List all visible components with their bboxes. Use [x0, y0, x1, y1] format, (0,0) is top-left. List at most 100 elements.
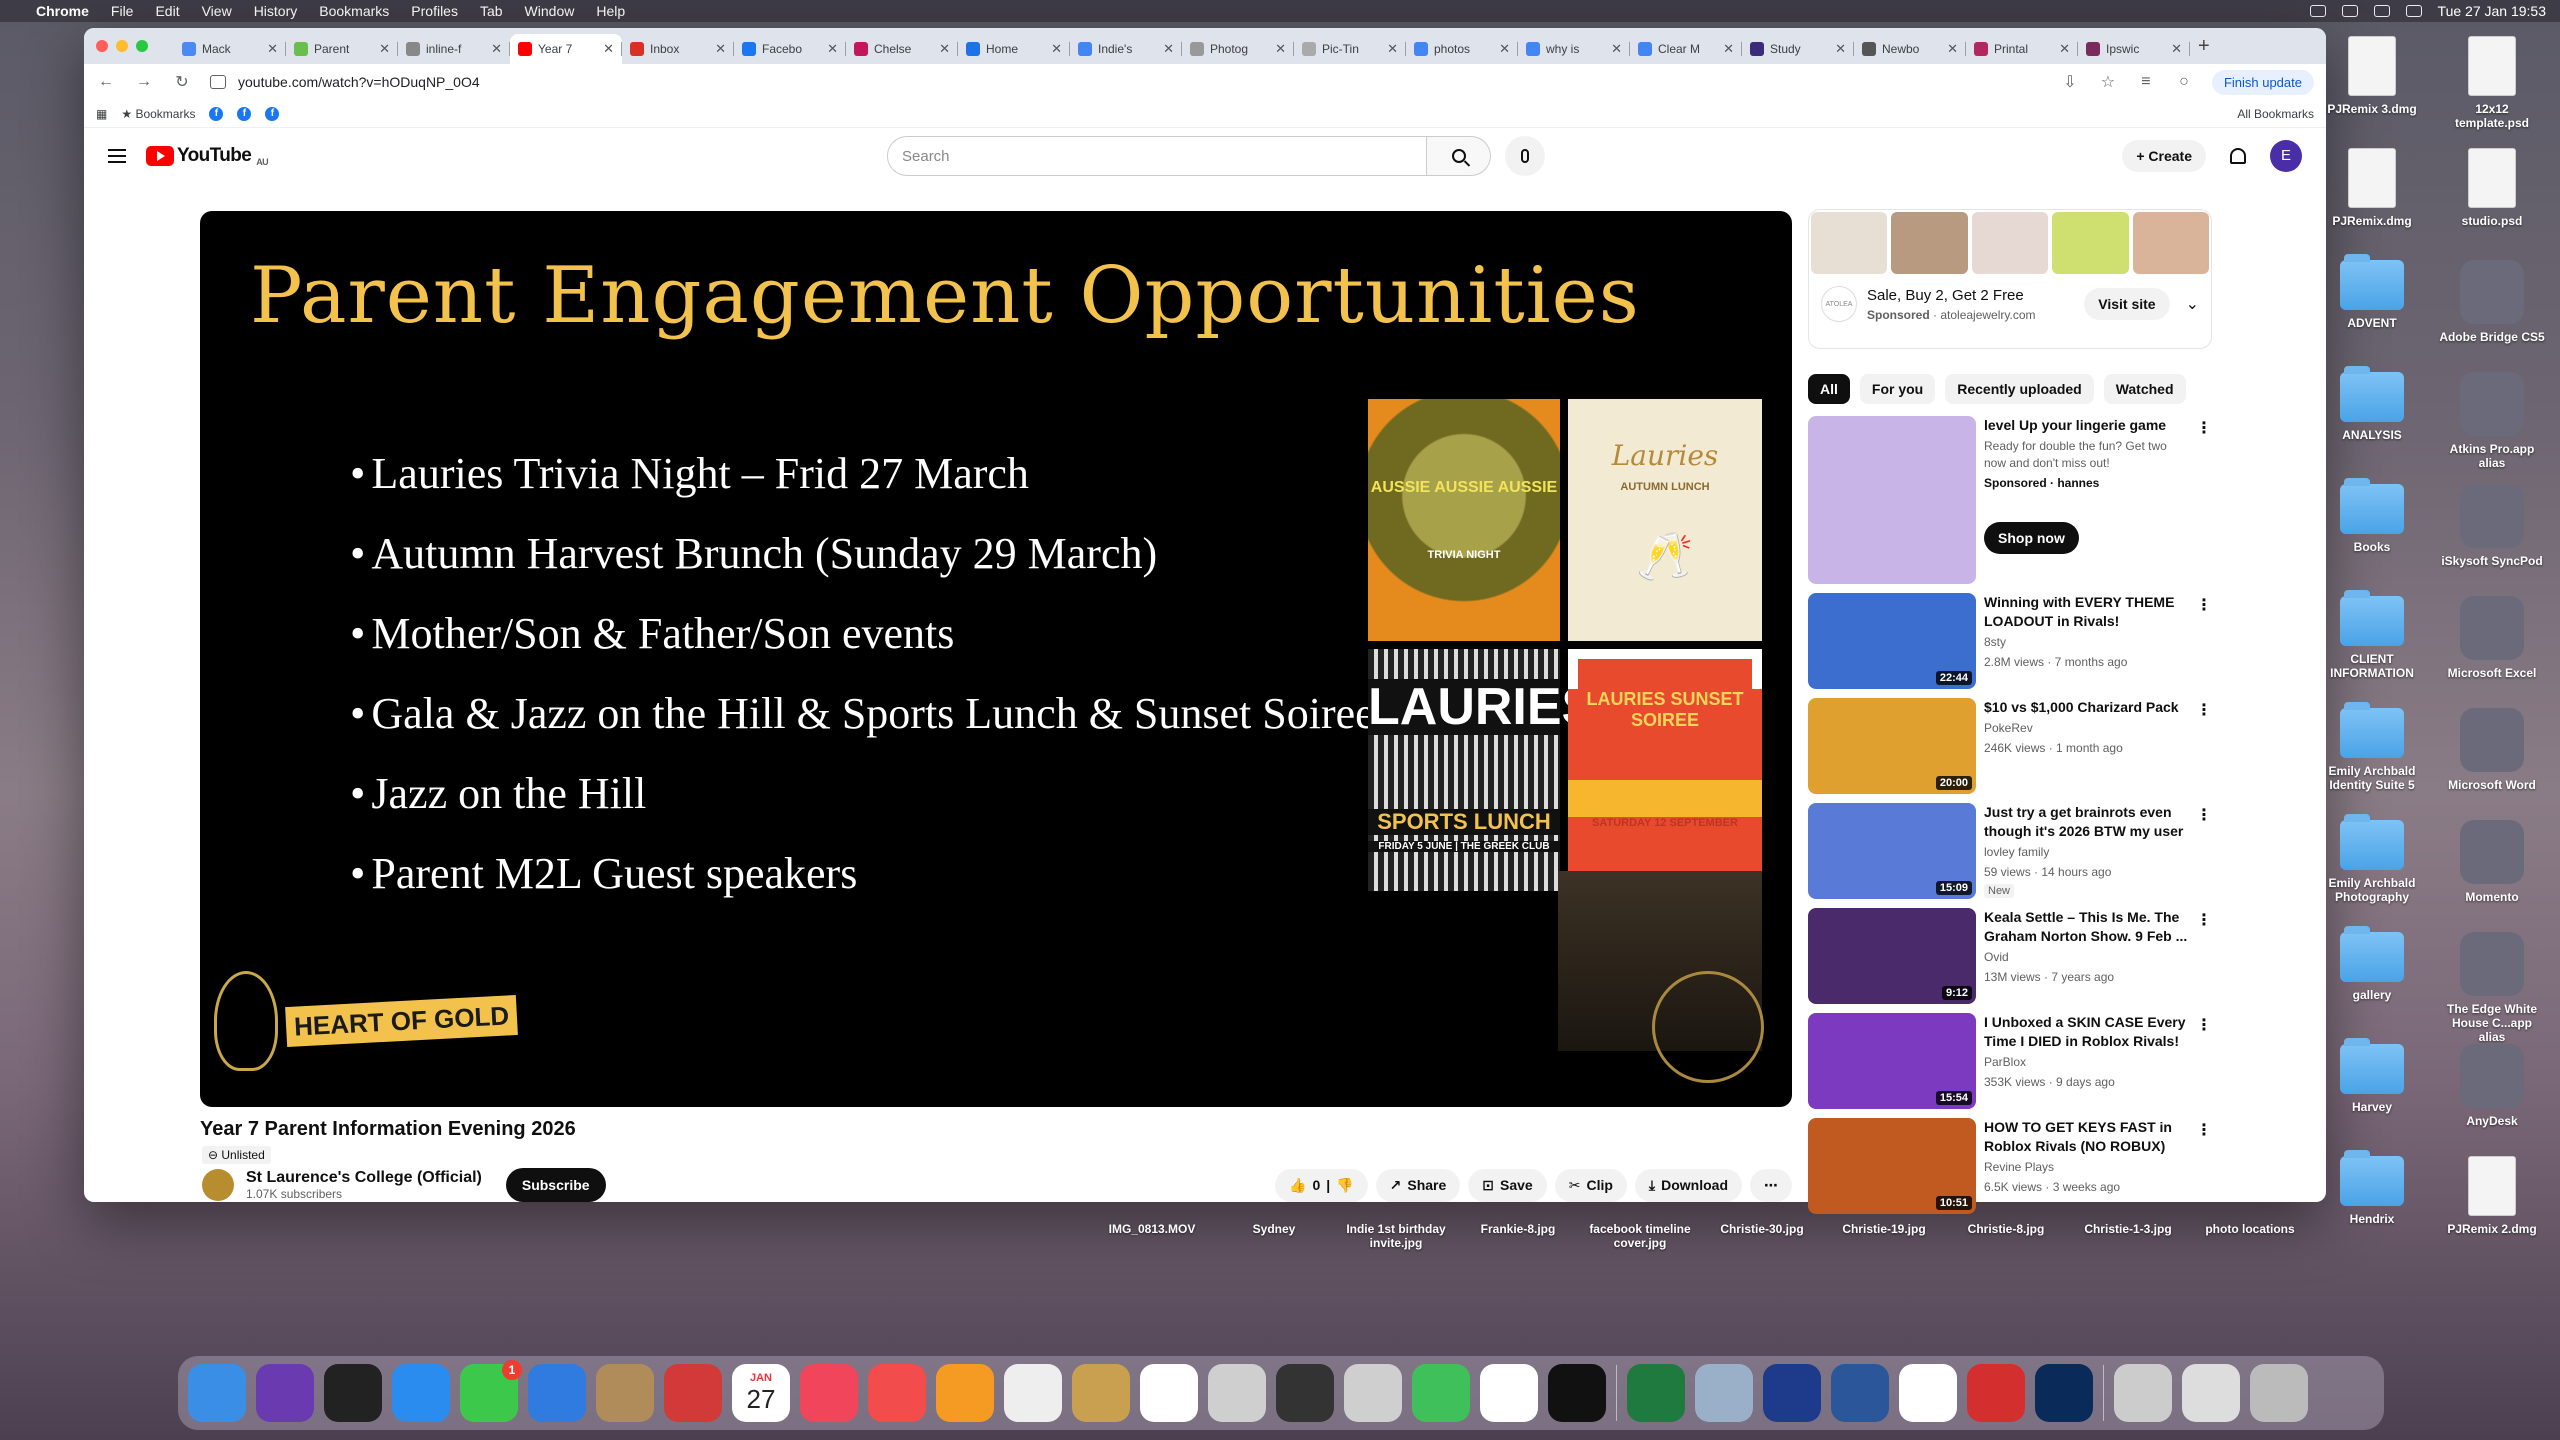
menu-help[interactable]: Help [596, 3, 625, 19]
desktop-icon[interactable]: Momento [2437, 820, 2547, 904]
install-icon[interactable]: ⇩ [2060, 72, 2080, 92]
desktop-icon[interactable]: Microsoft Word [2437, 708, 2547, 792]
dock-app-launchpad[interactable] [324, 1364, 382, 1422]
rec-title[interactable]: I Unboxed a SKIN CASE Every Time I DIED … [1984, 1013, 2188, 1051]
dock-app-lightroom-classic[interactable] [1763, 1364, 1821, 1422]
browser-tab[interactable]: inline-f ✕ [398, 34, 510, 64]
desktop-file-label[interactable]: Indie 1st birthday invite.jpg [1336, 1222, 1456, 1250]
profile-icon[interactable]: ○ [2174, 73, 2194, 91]
more-actions-button[interactable]: ⋯ [1750, 1168, 1792, 1202]
rec-title[interactable]: Keala Settle – This Is Me. The Graham No… [1984, 908, 2188, 946]
browser-tab[interactable]: Facebo ✕ [734, 34, 846, 64]
close-tab-icon[interactable]: ✕ [603, 41, 614, 57]
menu-history[interactable]: History [254, 3, 298, 19]
browser-tab[interactable]: Chelse ✕ [846, 34, 958, 64]
close-tab-icon[interactable]: ✕ [1611, 41, 1622, 57]
menu-hamburger-icon[interactable] [108, 149, 126, 163]
battery-icon[interactable] [2373, 5, 2390, 17]
desktop-icon[interactable]: 12x12 template.psd [2437, 36, 2547, 130]
volume-icon[interactable] [2341, 5, 2358, 17]
chip-recently-uploaded[interactable]: Recently uploaded [1945, 374, 2094, 404]
chevron-down-icon[interactable]: ⌄ [2186, 294, 2199, 314]
site-info-icon[interactable] [210, 75, 226, 89]
dock-app-app-store[interactable] [392, 1364, 450, 1422]
dock-app-siri[interactable] [256, 1364, 314, 1422]
dock-app-help[interactable] [1344, 1364, 1402, 1422]
menu-tab[interactable]: Tab [480, 3, 503, 19]
close-tab-icon[interactable]: ✕ [1835, 41, 1846, 57]
rec-title[interactable]: HOW TO GET KEYS FAST in Roblox Rivals (N… [1984, 1118, 2188, 1156]
rec-title[interactable]: level Up your lingerie game [1984, 416, 2188, 435]
menu-edit[interactable]: Edit [155, 3, 179, 19]
browser-tab[interactable]: Study ✕ [1742, 34, 1854, 64]
desktop-file-label[interactable]: Sydney [1214, 1222, 1334, 1236]
close-tab-icon[interactable]: ✕ [267, 41, 278, 57]
visit-site-button[interactable]: Visit site [2084, 288, 2170, 320]
notifications-bell-icon[interactable] [2230, 148, 2246, 164]
dock-app-preview[interactable] [1695, 1364, 1753, 1422]
desktop-icon[interactable]: iSkysoft SyncPod [2437, 484, 2547, 568]
facebook-bookmark-icon[interactable]: f [237, 106, 252, 121]
menu-bookmarks[interactable]: Bookmarks [319, 3, 389, 19]
close-tab-icon[interactable]: ✕ [379, 41, 390, 57]
recommendation-item[interactable]: 9:12 Keala Settle – This Is Me. The Grah… [1808, 908, 2212, 1004]
rec-thumbnail[interactable]: 15:54 [1808, 1013, 1976, 1109]
menu-window[interactable]: Window [525, 3, 575, 19]
desktop-icon[interactable]: Atkins Pro.app alias [2437, 372, 2547, 470]
wifi-icon[interactable] [2309, 5, 2326, 17]
close-tab-icon[interactable]: ✕ [827, 41, 838, 57]
dock-app-contacts[interactable] [596, 1364, 654, 1422]
desktop-icon[interactable]: Microsoft Excel [2437, 596, 2547, 680]
dock-app-trash[interactable] [2250, 1364, 2308, 1422]
more-options-icon[interactable]: ⋮ [2196, 1120, 2212, 1140]
youtube-logo[interactable]: YouTube AU [146, 145, 269, 167]
save-button[interactable]: ⊡ Save [1468, 1168, 1547, 1202]
desktop-icon[interactable]: Harvey [2317, 1038, 2427, 1114]
like-button[interactable]: 👍 0 | 👎 [1275, 1168, 1368, 1202]
dock-app-music[interactable] [800, 1364, 858, 1422]
browser-tab[interactable]: Parent ✕ [286, 34, 398, 64]
more-options-icon[interactable]: ⋮ [2196, 805, 2212, 825]
create-button[interactable]: + Create [2122, 140, 2206, 172]
dock-app-word[interactable] [1831, 1364, 1889, 1422]
browser-tab[interactable]: Clear M ✕ [1630, 34, 1742, 64]
menu-file[interactable]: File [111, 3, 134, 19]
desktop-file-label[interactable]: facebook timeline cover.jpg [1580, 1222, 1700, 1250]
finish-update-button[interactable]: Finish update [2211, 69, 2314, 95]
close-tab-icon[interactable]: ✕ [1275, 41, 1286, 57]
browser-tab[interactable]: Inbox ✕ [622, 34, 734, 64]
desktop-file-label[interactable]: Christie-8.jpg [1946, 1222, 2066, 1236]
more-options-icon[interactable]: ⋮ [2196, 910, 2212, 930]
sponsored-ad-card[interactable]: ATOLEA Sale, Buy 2, Get 2 Free Sponsored… [1808, 209, 2212, 349]
recommendation-item[interactable]: 15:54 I Unboxed a SKIN CASE Every Time I… [1808, 1013, 2212, 1109]
chip-for-you[interactable]: For you [1859, 374, 1936, 404]
close-tab-icon[interactable]: ✕ [1947, 41, 1958, 57]
desktop-file-label[interactable]: Christie-19.jpg [1824, 1222, 1944, 1236]
more-options-icon[interactable]: ⋮ [2196, 700, 2212, 720]
dock-app-acrobat[interactable] [1967, 1364, 2025, 1422]
dock-app-calendar[interactable]: JAN 27 [732, 1364, 790, 1422]
search-button[interactable] [1427, 136, 1491, 176]
desktop-icon[interactable]: PJRemix 2.dmg [2437, 1156, 2547, 1236]
desktop-icon[interactable]: PJRemix.dmg [2317, 148, 2427, 228]
channel-avatar[interactable] [202, 1169, 234, 1201]
thumbs-down-icon[interactable]: 👎 [1336, 1177, 1353, 1194]
bookmarks-folder[interactable]: ★ Bookmarks [121, 107, 195, 121]
dock-app-news[interactable] [868, 1364, 926, 1422]
dock-app-photos[interactable] [1140, 1364, 1198, 1422]
desktop-icon[interactable]: studio.psd [2437, 148, 2547, 228]
extensions-icon[interactable]: ≡ [2136, 73, 2156, 91]
share-button[interactable]: ↗ Share [1375, 1168, 1461, 1202]
more-options-icon[interactable]: ⋮ [2196, 1015, 2212, 1035]
rec-channel[interactable]: PokeRev [1984, 720, 2188, 737]
desktop-file-label[interactable]: Christie-1-3.jpg [2068, 1222, 2188, 1236]
clip-button[interactable]: ✂ Clip [1554, 1168, 1627, 1202]
chip-all[interactable]: All [1808, 374, 1850, 404]
dock-app-sonos[interactable] [1072, 1364, 1130, 1422]
rec-channel[interactable]: Ovid [1984, 949, 2188, 966]
rec-thumbnail[interactable]: 15:09 [1808, 803, 1976, 899]
video-player[interactable]: Parent Engagement Opportunities Lauries … [200, 211, 1792, 1107]
dock-app-facetime[interactable]: 1 [460, 1360, 522, 1422]
forward-arrow-icon[interactable]: → [134, 73, 154, 91]
rec-thumbnail[interactable]: 9:12 [1808, 908, 1976, 1004]
